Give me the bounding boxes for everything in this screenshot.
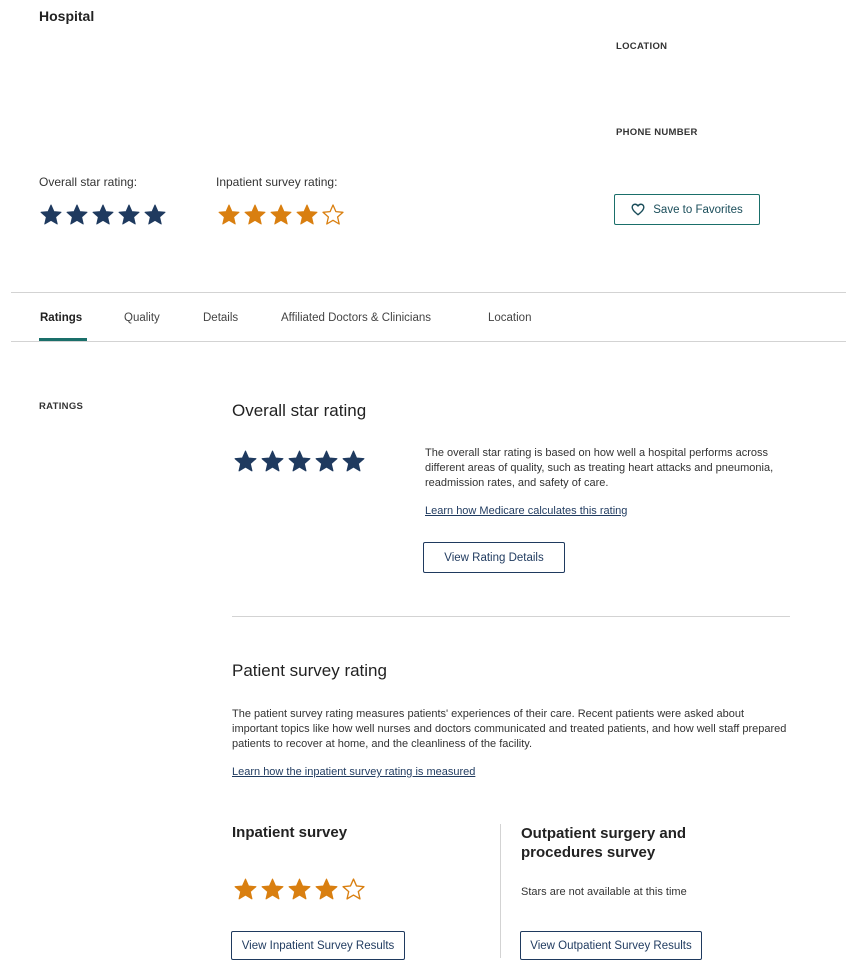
view-rating-details-button[interactable]: View Rating Details	[423, 542, 565, 573]
tabs-bottom-divider	[11, 341, 846, 342]
view-inpatient-survey-results-button[interactable]: View Inpatient Survey Results	[231, 931, 405, 960]
star-filled-icon	[288, 878, 311, 900]
inpatient-survey-stars	[233, 877, 366, 902]
tab-quality[interactable]: Quality	[124, 312, 160, 324]
star-filled-icon	[234, 878, 257, 900]
star-filled-icon	[118, 204, 140, 225]
tab-details[interactable]: Details	[203, 312, 238, 324]
overall-rating-label: Overall star rating:	[39, 175, 138, 189]
tab-ratings[interactable]: Ratings	[40, 312, 82, 324]
star-filled-icon	[261, 450, 284, 472]
star-filled-icon	[342, 450, 365, 472]
overall-rating-description: The overall star rating is based on how …	[425, 447, 774, 489]
inpatient-survey-heading: Inpatient survey	[232, 824, 348, 841]
star-filled-icon	[92, 204, 114, 225]
tabs-top-divider	[11, 292, 846, 293]
learn-inpatient-survey-link[interactable]: Learn how the inpatient survey rating is…	[232, 766, 475, 778]
survey-column-divider	[500, 824, 501, 958]
star-empty-icon	[342, 878, 365, 900]
overall-star-rating-stars	[233, 449, 366, 474]
inpatient-rating-label: Inpatient survey rating:	[216, 175, 338, 189]
star-filled-icon	[66, 204, 88, 225]
patient-survey-rating-heading: Patient survey rating	[232, 661, 387, 680]
phone-number-label: PHONE NUMBER	[616, 127, 698, 138]
inpatient-rating-stars	[217, 203, 345, 227]
star-filled-icon	[261, 878, 284, 900]
tab-affiliated-doctors[interactable]: Affiliated Doctors & Clinicians	[281, 312, 431, 324]
overall-star-rating-heading: Overall star rating	[232, 401, 367, 420]
patient-survey-description: The patient survey rating measures patie…	[232, 708, 787, 750]
star-filled-icon	[234, 450, 257, 472]
ratings-side-label: RATINGS	[39, 401, 84, 412]
star-filled-icon	[315, 450, 338, 472]
save-to-favorites-label: Save to Favorites	[653, 203, 743, 216]
location-label: LOCATION	[616, 41, 668, 52]
save-to-favorites-button[interactable]: Save to Favorites	[614, 194, 760, 225]
star-filled-icon	[244, 204, 266, 225]
star-filled-icon	[270, 204, 292, 225]
view-outpatient-survey-results-button[interactable]: View Outpatient Survey Results	[520, 931, 702, 960]
heart-icon	[631, 203, 645, 216]
star-filled-icon	[296, 204, 318, 225]
star-filled-icon	[144, 204, 166, 225]
hospital-title: Hospital	[39, 8, 95, 24]
tab-location[interactable]: Location	[488, 312, 531, 324]
star-filled-icon	[288, 450, 311, 472]
overall-rating-stars	[39, 203, 167, 227]
learn-medicare-rating-link[interactable]: Learn how Medicare calculates this ratin…	[425, 505, 627, 517]
section-divider	[232, 616, 790, 617]
star-filled-icon	[218, 204, 240, 225]
outpatient-survey-heading: Outpatient surgery and procedures survey	[521, 825, 687, 861]
star-empty-icon	[322, 204, 344, 225]
outpatient-stars-unavailable: Stars are not available at this time	[521, 886, 687, 898]
star-filled-icon	[315, 878, 338, 900]
star-filled-icon	[40, 204, 62, 225]
